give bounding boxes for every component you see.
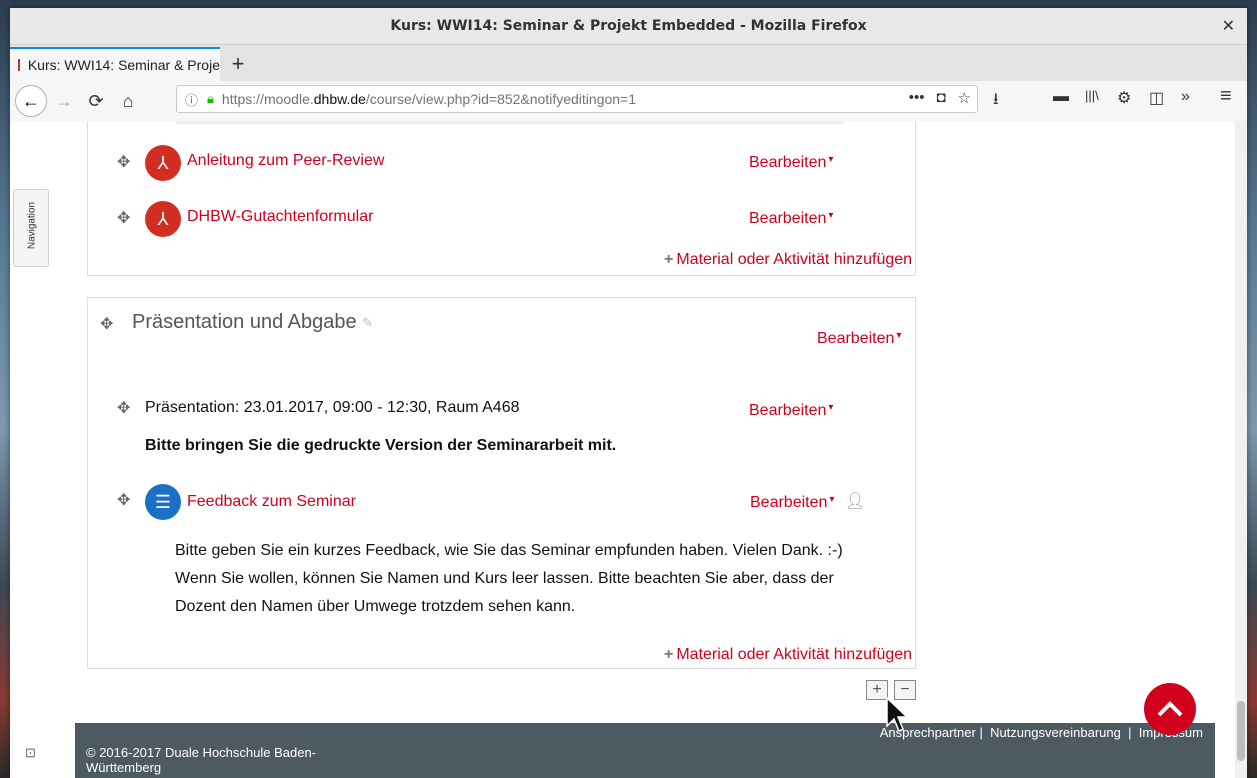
label-text: Präsentation: 23.01.2017, 09:00 - 12:30,…	[145, 399, 520, 416]
new-tab-button[interactable]: +	[220, 47, 256, 81]
feedback-description-line: Dozent den Namen über Umwege trotzdem se…	[175, 598, 576, 615]
section-edit-menu[interactable]: Bearbeiten	[817, 330, 901, 348]
sidebar-toggle-icon[interactable]: ◫	[1149, 88, 1164, 108]
move-icon[interactable]: ✥	[117, 490, 130, 510]
add-activity-label: Material oder Aktivität hinzufügen	[676, 251, 913, 268]
activity-link[interactable]: Feedback zum Seminar	[187, 493, 356, 511]
navigation-label: Navigation	[26, 201, 38, 250]
tab-bar: Kurs: WWI14: Seminar & Proje +	[10, 45, 1247, 81]
feedback-description-line: Bitte geben Sie ein kurzes Feedback, wie…	[175, 542, 843, 559]
site-info-icon[interactable]: ⓘ	[185, 90, 201, 109]
scroll-to-top-button[interactable]	[1144, 683, 1196, 735]
activity-link[interactable]: DHBW-Gutachtenformular	[187, 208, 373, 226]
footer-link-terms[interactable]: Nutzungsvereinbarung	[990, 725, 1121, 740]
activity-link[interactable]: Anleitung zum Peer-Review	[187, 152, 384, 170]
forward-button[interactable]: →	[49, 86, 79, 116]
plus-icon: +	[664, 646, 674, 663]
pocket-icon[interactable]: ◘	[936, 89, 945, 107]
window-title: Kurs: WWI14: Seminar & Projekt Embedded …	[390, 18, 867, 34]
feedback-description-line: Wenn Sie wollen, können Sie Namen und Ku…	[175, 570, 834, 587]
chevron-up-icon	[1157, 701, 1183, 717]
addon-icon[interactable]: ⚙	[1117, 88, 1131, 108]
page-footer: Ansprechpartner | Nutzungsvereinbarung |…	[75, 723, 1215, 778]
reload-button[interactable]: ⟳	[81, 86, 111, 116]
section-title: Präsentation und Abgabe	[132, 311, 357, 333]
pdf-icon: ⅄	[145, 201, 181, 237]
scrollbar-thumb[interactable]	[1237, 701, 1245, 761]
edit-menu[interactable]: Bearbeiten	[749, 154, 833, 172]
url-prefix: https://moodle.	[221, 91, 314, 107]
moodle-favicon-icon	[18, 59, 20, 71]
page-actions-icon[interactable]: •••	[909, 89, 925, 107]
url-path: /course/view.php?id=852&notifyeditingon=…	[365, 91, 637, 107]
feedback-icon: ☰	[145, 484, 181, 520]
move-icon[interactable]: ✥	[100, 314, 113, 334]
navigation-block-toggle[interactable]: Navigation	[13, 189, 49, 267]
add-activity-button[interactable]: + Material oder Aktivität hinzufügen	[664, 646, 912, 664]
label-bold-text: Bitte bringen Sie die gedruckte Version …	[145, 437, 617, 454]
move-icon[interactable]: ✥	[117, 398, 130, 418]
move-icon[interactable]: ✥	[117, 208, 130, 228]
bookmark-star-icon[interactable]: ☆	[958, 89, 971, 107]
overflow-menu-icon[interactable]: »	[1181, 88, 1190, 106]
back-button[interactable]: ←	[15, 85, 47, 117]
mouse-cursor-icon	[886, 696, 909, 733]
page-content: Navigation ✥ ⅄ Anleitung zum Peer-Review…	[10, 121, 1247, 778]
close-window-button[interactable]: ✕	[1222, 16, 1235, 35]
hamburger-menu-icon[interactable]: ≡	[1220, 85, 1232, 108]
screenshot-icon[interactable]: ▬	[1053, 88, 1069, 106]
footer-copyright: © 2016-2017 Duale Hochschule Baden-Württ…	[86, 745, 317, 775]
url-host: dhbw.de	[313, 91, 366, 107]
edit-menu[interactable]: Bearbeiten	[749, 402, 833, 420]
vertical-scrollbar[interactable]	[1235, 121, 1247, 778]
url-bar[interactable]: ⓘ 🔒︎ https://moodle. dhbw.de/course/view.…	[176, 85, 978, 113]
edit-title-pencil-icon[interactable]: ✎	[362, 315, 373, 331]
tab-label: Kurs: WWI14: Seminar & Proje	[27, 57, 220, 73]
add-activity-label: Material oder Aktivität hinzufügen	[676, 646, 913, 663]
window-titlebar: Kurs: WWI14: Seminar & Projekt Embedded …	[10, 8, 1247, 45]
add-activity-button[interactable]: + Material oder Aktivität hinzufügen	[664, 251, 912, 269]
library-icon[interactable]: |||\	[1085, 88, 1099, 103]
lock-icon: 🔒︎	[207, 91, 214, 106]
home-button[interactable]: ⌂	[113, 86, 143, 116]
course-section-1: ✥ ⅄ Anleitung zum Peer-Review Bearbeiten…	[87, 121, 916, 276]
dock-toggle-icon[interactable]: ⊡	[25, 745, 36, 761]
move-icon[interactable]: ✥	[117, 152, 130, 172]
browser-window: Kurs: WWI14: Seminar & Projekt Embedded …	[10, 8, 1247, 778]
edit-menu[interactable]: Bearbeiten	[750, 494, 834, 512]
plus-icon: +	[664, 251, 674, 268]
download-icon[interactable]: ⭳	[993, 88, 999, 115]
tab-course[interactable]: Kurs: WWI14: Seminar & Proje	[10, 47, 220, 81]
course-section-2: ✥ Präsentation und Abgabe ✎ Bearbeiten ✥…	[87, 297, 916, 669]
edit-menu[interactable]: Bearbeiten	[749, 210, 833, 228]
pdf-icon: ⅄	[145, 145, 181, 181]
user-group-icon[interactable]: 👤︎	[845, 491, 865, 511]
section-grey-strip	[176, 121, 844, 124]
